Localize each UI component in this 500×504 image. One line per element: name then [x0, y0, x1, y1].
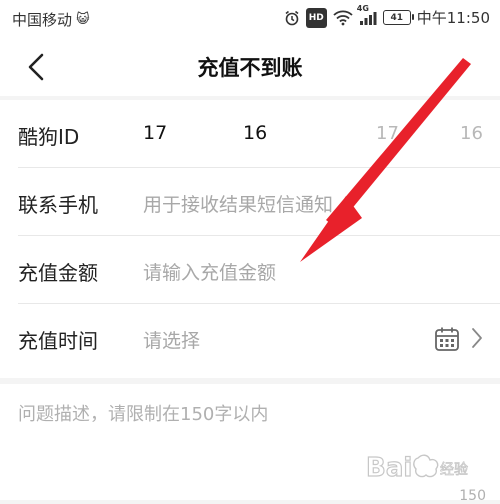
nav-bar: 充值不到账 [0, 36, 500, 96]
kugou-id-value-suffix: 16 [243, 122, 268, 144]
time-label: 充值时间 [18, 329, 98, 353]
kugou-id-hint-suffix: 16 [460, 123, 483, 144]
kugou-id-row: 酷狗ID 17 16 17 16 [0, 100, 500, 168]
status-time: 中午11:50 [416, 9, 490, 27]
carrier-sticker-icon: 😺 [76, 12, 90, 27]
hd-badge: HD [305, 7, 327, 28]
phone-row: 联系手机 用于接收结果短信通知 [0, 168, 500, 236]
amount-label: 充值金额 [18, 261, 98, 285]
svg-text:Bai: Bai [366, 453, 412, 483]
redaction-mask [400, 118, 458, 146]
redaction-mask [170, 118, 240, 146]
wifi-icon [333, 9, 353, 27]
form-card: 酷狗ID 17 16 17 16 联系手机 用于接收结果短信通知 充值金额 请输… [0, 100, 500, 378]
char-counter: 150 [459, 488, 486, 504]
svg-text:经验: 经验 [440, 462, 468, 478]
kugou-id-label: 酷狗ID [18, 125, 80, 149]
phone-label: 联系手机 [18, 193, 98, 217]
time-select[interactable]: 请选择 [143, 326, 200, 353]
phone-input[interactable]: 用于接收结果短信通知 [143, 190, 333, 217]
time-row[interactable]: 充值时间 请选择 [0, 304, 500, 372]
signal-icon: 4G [357, 4, 377, 27]
watermark-logo: Bai 经验 [366, 452, 468, 483]
battery-icon: 41 [382, 10, 414, 25]
status-right: HD 4G 41 中午11:50 [284, 4, 490, 28]
kugou-id-value-prefix: 17 [143, 122, 168, 144]
alarm-icon [284, 9, 300, 27]
chevron-right-icon[interactable] [470, 326, 484, 350]
network-type: 4G [356, 3, 369, 13]
page-title: 充值不到账 [197, 56, 303, 80]
battery-level: 41 [390, 12, 404, 23]
carrier-name: 中国移动 [12, 11, 73, 29]
description-placeholder: 问题描述，请限制在150字以内 [18, 404, 269, 425]
calendar-icon[interactable] [434, 326, 460, 352]
amount-row: 充值金额 请输入充值金额 [0, 236, 500, 304]
amount-input[interactable]: 请输入充值金额 [143, 258, 276, 285]
kugou-id-hint-prefix: 17 [376, 123, 399, 144]
status-bar: 中国移动 😺 HD 4G 41 中午11:50 [0, 0, 500, 36]
status-left: 中国移动 😺 [12, 9, 90, 30]
